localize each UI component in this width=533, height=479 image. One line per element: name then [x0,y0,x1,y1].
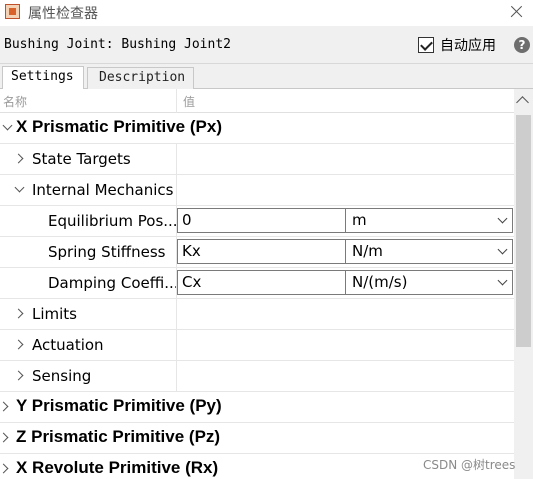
inspector-header: Bushing Joint: Bushing Joint2 自动应用 ? [0,26,533,64]
tree-node-y-prismatic[interactable]: Y Prismatic Primitive (Py) [0,392,514,423]
chevron-right-icon[interactable] [0,432,9,443]
help-icon[interactable]: ? [514,37,530,53]
tab-settings[interactable]: Settings [2,66,84,89]
param-label: Damping Coeffi... [48,274,179,292]
tree-node-z-prismatic[interactable]: Z Prismatic Primitive (Pz) [0,423,514,454]
chevron-right-icon[interactable] [13,308,24,319]
param-row-damping-coefficient: Damping Coeffi... Cx N/(m/s) [0,268,514,299]
tree-node-sensing[interactable]: Sensing [0,361,514,392]
chevron-right-icon[interactable] [13,153,24,164]
name-cell: Internal Mechanics [0,175,177,205]
chevron-down-icon[interactable] [497,213,508,224]
tree-node-state-targets[interactable]: State Targets [0,144,514,175]
tab-bar: Settings Description [0,64,533,89]
block-name: Bushing Joint: Bushing Joint2 [4,37,231,52]
unit-value: N/(m/s) [352,273,408,291]
column-header-name: 名称 [3,95,28,109]
tree-node-label: X Revolute Primitive (Rx) [16,458,219,477]
unit-value: N/m [352,242,383,260]
equilibrium-position-unit-select[interactable]: m [346,208,513,233]
tree-node-internal-mechanics[interactable]: Internal Mechanics [0,175,514,206]
name-cell: State Targets [0,144,177,174]
cell-divider [176,175,177,205]
tree-node-label: Z Prismatic Primitive (Pz) [16,427,221,446]
chevron-down-icon[interactable] [14,182,25,193]
name-cell: Actuation [0,330,177,360]
tree-node-x-prismatic[interactable]: X Prismatic Primitive (Px) [0,113,514,144]
equilibrium-position-value-field[interactable]: 0 [177,208,346,233]
chevron-down-icon[interactable] [497,244,508,255]
spring-stiffness-value-field[interactable]: Kx [177,239,346,264]
property-inspector-icon [5,4,20,19]
watermark: CSDN @树trees [423,458,516,472]
chevron-right-icon[interactable] [0,401,9,412]
name-cell: Limits [0,299,177,329]
title-bar: 属性检查器 [0,0,533,26]
damping-coefficient-unit-select[interactable]: N/(m/s) [346,270,513,295]
tree-node-label: Limits [32,305,77,323]
tree-node-limits[interactable]: Limits [0,299,514,330]
cell-divider [176,361,177,391]
tree-node-label: Internal Mechanics [32,181,174,199]
window-title: 属性检查器 [28,6,98,22]
tree-node-label: Y Prismatic Primitive (Py) [16,396,222,415]
auto-apply-checkbox[interactable] [418,37,434,53]
damping-coefficient-value-field[interactable]: Cx [177,270,346,295]
vertical-scrollbar[interactable] [514,89,533,479]
param-label: Spring Stiffness [48,243,166,261]
chevron-down-icon[interactable] [2,120,13,131]
column-divider [176,89,177,113]
param-label: Equilibrium Pos... [48,212,178,230]
scroll-up-arrow-icon[interactable] [516,96,529,109]
unit-value: m [352,211,367,229]
column-header-value: 值 [183,95,196,109]
cell-divider [176,299,177,329]
auto-apply-label: 自动应用 [440,38,496,54]
close-icon[interactable] [503,0,529,24]
chevron-right-icon[interactable] [0,463,9,474]
tree-node-label: X Prismatic Primitive (Px) [16,117,222,136]
cell-divider [176,330,177,360]
scrollbar-thumb[interactable] [516,115,531,347]
auto-apply-toggle[interactable]: 自动应用 [418,36,496,54]
name-cell: Sensing [0,361,177,391]
name-cell: Equilibrium Pos... [0,206,178,236]
name-cell: Spring Stiffness [0,237,177,267]
chevron-down-icon[interactable] [497,275,508,286]
tab-description[interactable]: Description [87,67,194,89]
spring-stiffness-unit-select[interactable]: N/m [346,239,513,264]
cell-divider [176,144,177,174]
chevron-right-icon[interactable] [13,339,24,350]
param-row-spring-stiffness: Spring Stiffness Kx N/m [0,237,514,268]
tree-node-actuation[interactable]: Actuation [0,330,514,361]
chevron-right-icon[interactable] [13,370,24,381]
tree-node-label: Actuation [32,336,104,354]
tree-node-label: Sensing [32,367,92,385]
param-row-equilibrium-position: Equilibrium Pos... 0 m [0,206,514,237]
property-grid-header: 名称 值 [0,89,514,113]
tree-node-label: State Targets [32,150,131,168]
name-cell: Damping Coeffi... [0,268,179,298]
